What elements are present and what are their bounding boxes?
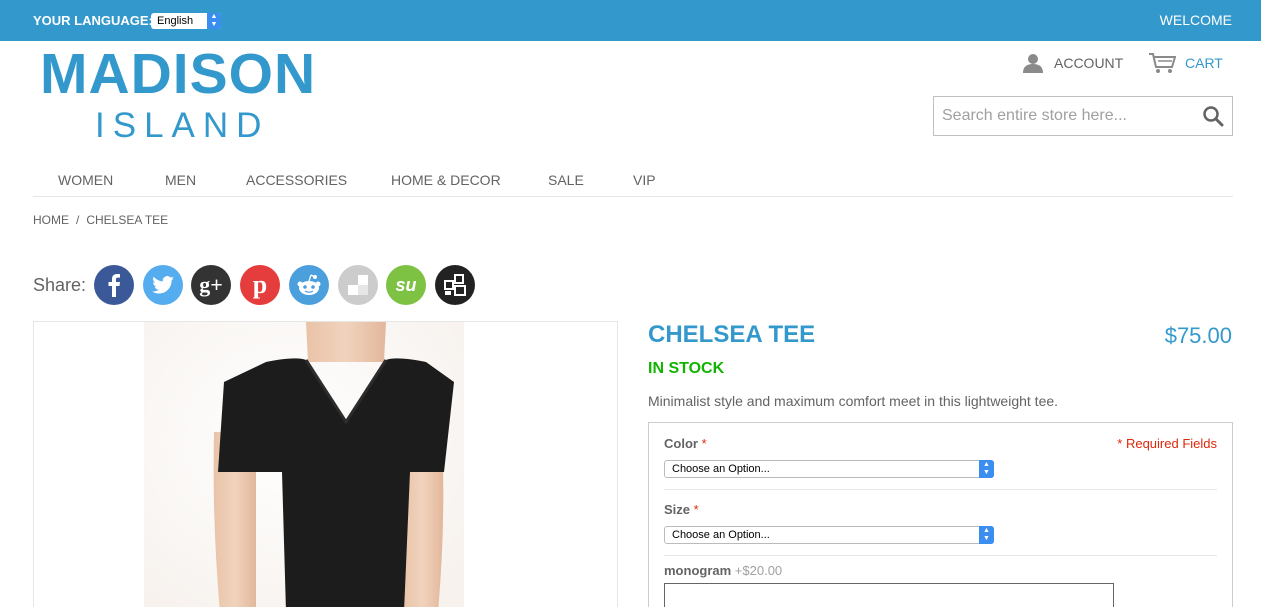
color-option-label: Color *: [664, 436, 707, 451]
share-label: Share:: [33, 275, 87, 295]
option-divider: [664, 489, 1217, 490]
language-label: YOUR LANGUAGE:: [33, 13, 153, 28]
select-arrows-icon: ▲ ▼: [979, 526, 994, 544]
select-arrows-icon: ▲ ▼: [979, 460, 994, 478]
product-image[interactable]: [33, 321, 618, 607]
facebook-icon[interactable]: [94, 265, 134, 305]
cart-icon: [1149, 53, 1176, 73]
reddit-icon[interactable]: [289, 265, 329, 305]
breadcrumb-separator: /: [76, 213, 80, 227]
required-fields-note: * Required Fields: [1117, 436, 1217, 451]
google-plus-icon[interactable]: g+: [191, 265, 231, 305]
color-select[interactable]: Choose an Option... ▲ ▼: [664, 460, 994, 478]
nav-item-home-decor[interactable]: HOME & DECOR: [391, 172, 501, 188]
product-description: Minimalist style and maximum comfort mee…: [648, 393, 1059, 409]
logo-line2: ISLAND: [95, 106, 270, 145]
breadcrumb: HOME / CHELSEA TEE: [33, 213, 168, 227]
language-select-value: English: [157, 15, 194, 27]
stock-status: IN STOCK: [648, 360, 725, 377]
search-icon[interactable]: [1202, 105, 1224, 127]
select-arrows-icon: ▲ ▼: [207, 13, 221, 29]
breadcrumb-current: CHELSEA TEE: [86, 213, 169, 227]
size-select[interactable]: Choose an Option... ▲ ▼: [664, 526, 994, 544]
stumbleupon-icon[interactable]: su: [386, 265, 426, 305]
welcome-message: WELCOME: [1159, 12, 1232, 28]
top-bar: YOUR LANGUAGE: English ▲ ▼ WELCOME: [0, 0, 1261, 41]
product-name: CHELSEA TEE: [648, 321, 816, 348]
size-option-label: Size *: [664, 502, 699, 517]
nav-item-accessories[interactable]: ACCESSORIES: [246, 172, 347, 188]
twitter-icon[interactable]: [143, 265, 183, 305]
monogram-input[interactable]: [664, 583, 1114, 607]
monogram-price: +$20.00: [734, 563, 783, 578]
nav-item-men[interactable]: MEN: [165, 172, 196, 188]
share-more-icon[interactable]: [435, 265, 475, 305]
account-label: ACCOUNT: [1054, 55, 1124, 71]
search-box: [933, 96, 1233, 136]
monogram-label-text: monogram: [664, 563, 732, 578]
pinterest-icon[interactable]: p: [240, 265, 280, 305]
language-select[interactable]: English ▲ ▼: [151, 13, 221, 29]
account-link[interactable]: ACCOUNT: [1021, 52, 1123, 74]
search-input[interactable]: [942, 98, 1192, 134]
nav-item-vip[interactable]: VIP: [633, 172, 656, 188]
product-price: $75.00: [1164, 323, 1232, 348]
required-mark: *: [701, 436, 707, 451]
color-select-value: Choose an Option...: [672, 463, 770, 475]
size-label-text: Size: [664, 502, 691, 517]
nav-item-women[interactable]: WOMEN: [58, 172, 113, 188]
account-icon: [1023, 54, 1043, 73]
color-label-text: Color: [664, 436, 698, 451]
size-select-value: Choose an Option...: [672, 529, 770, 541]
product-options: Color * * Required Fields Choose an Opti…: [648, 422, 1233, 607]
product-photo: [144, 322, 464, 607]
monogram-option-label: monogram +$20.00: [664, 563, 782, 578]
nav-item-sale[interactable]: SALE: [548, 172, 584, 188]
main-nav: WOMEN MEN ACCESSORIES HOME & DECOR SALE …: [33, 166, 1233, 197]
breadcrumb-home[interactable]: HOME: [33, 213, 69, 227]
cart-label: CART: [1185, 55, 1223, 71]
required-mark: *: [693, 502, 699, 517]
option-divider: [664, 555, 1217, 556]
delicious-icon[interactable]: [338, 265, 378, 305]
logo-line1: MADISON: [40, 42, 317, 106]
cart-link[interactable]: CART: [1148, 52, 1223, 74]
